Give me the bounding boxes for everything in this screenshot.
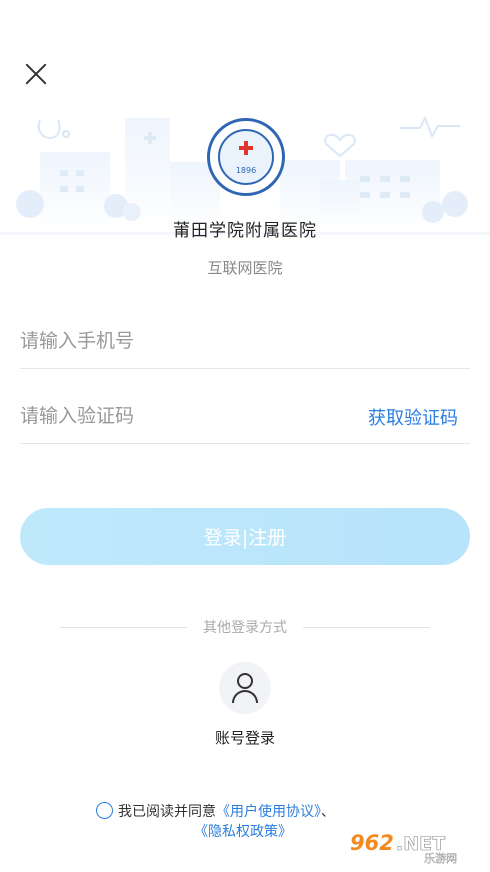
verification-code-input[interactable] xyxy=(20,388,320,444)
account-login-button[interactable]: 账号登录 xyxy=(195,662,295,748)
phone-input[interactable] xyxy=(20,313,470,369)
agree-checkbox[interactable] xyxy=(96,802,113,819)
login-register-button[interactable]: 登录|注册 xyxy=(20,508,470,565)
watermark-logo: 962 .NET 乐游网 xyxy=(350,831,457,864)
divider-line-right xyxy=(303,626,430,628)
logo-emblem: 1896 xyxy=(218,129,274,185)
hospital-logo: 1896 xyxy=(207,118,285,196)
privacy-policy-link[interactable]: 《隐私权政策》 xyxy=(194,824,292,840)
account-login-label: 账号登录 xyxy=(214,729,275,747)
code-field: 获取验证码 xyxy=(20,388,470,444)
agreement-prefix: 我已阅读并同意 xyxy=(118,804,216,820)
svg-text:962: 962 xyxy=(350,831,394,855)
red-cross-icon xyxy=(239,141,253,155)
other-login-divider: 其他登录方式 xyxy=(60,617,430,637)
get-code-button[interactable]: 获取验证码 xyxy=(368,404,458,430)
other-login-label: 其他登录方式 xyxy=(203,620,287,636)
svg-text:乐游网: 乐游网 xyxy=(424,852,457,864)
hospital-subtitle: 互联网医院 xyxy=(207,259,283,277)
divider-line-left xyxy=(60,626,187,628)
hospital-name: 莆田学院附属医院 xyxy=(173,221,317,241)
logo-year: 1896 xyxy=(235,166,257,175)
user-agreement-link[interactable]: 《用户使用协议》 xyxy=(216,804,321,820)
agreement-separator: 、 xyxy=(321,804,335,820)
user-icon[interactable] xyxy=(219,662,271,714)
phone-field xyxy=(20,313,470,369)
close-icon[interactable] xyxy=(22,60,50,88)
